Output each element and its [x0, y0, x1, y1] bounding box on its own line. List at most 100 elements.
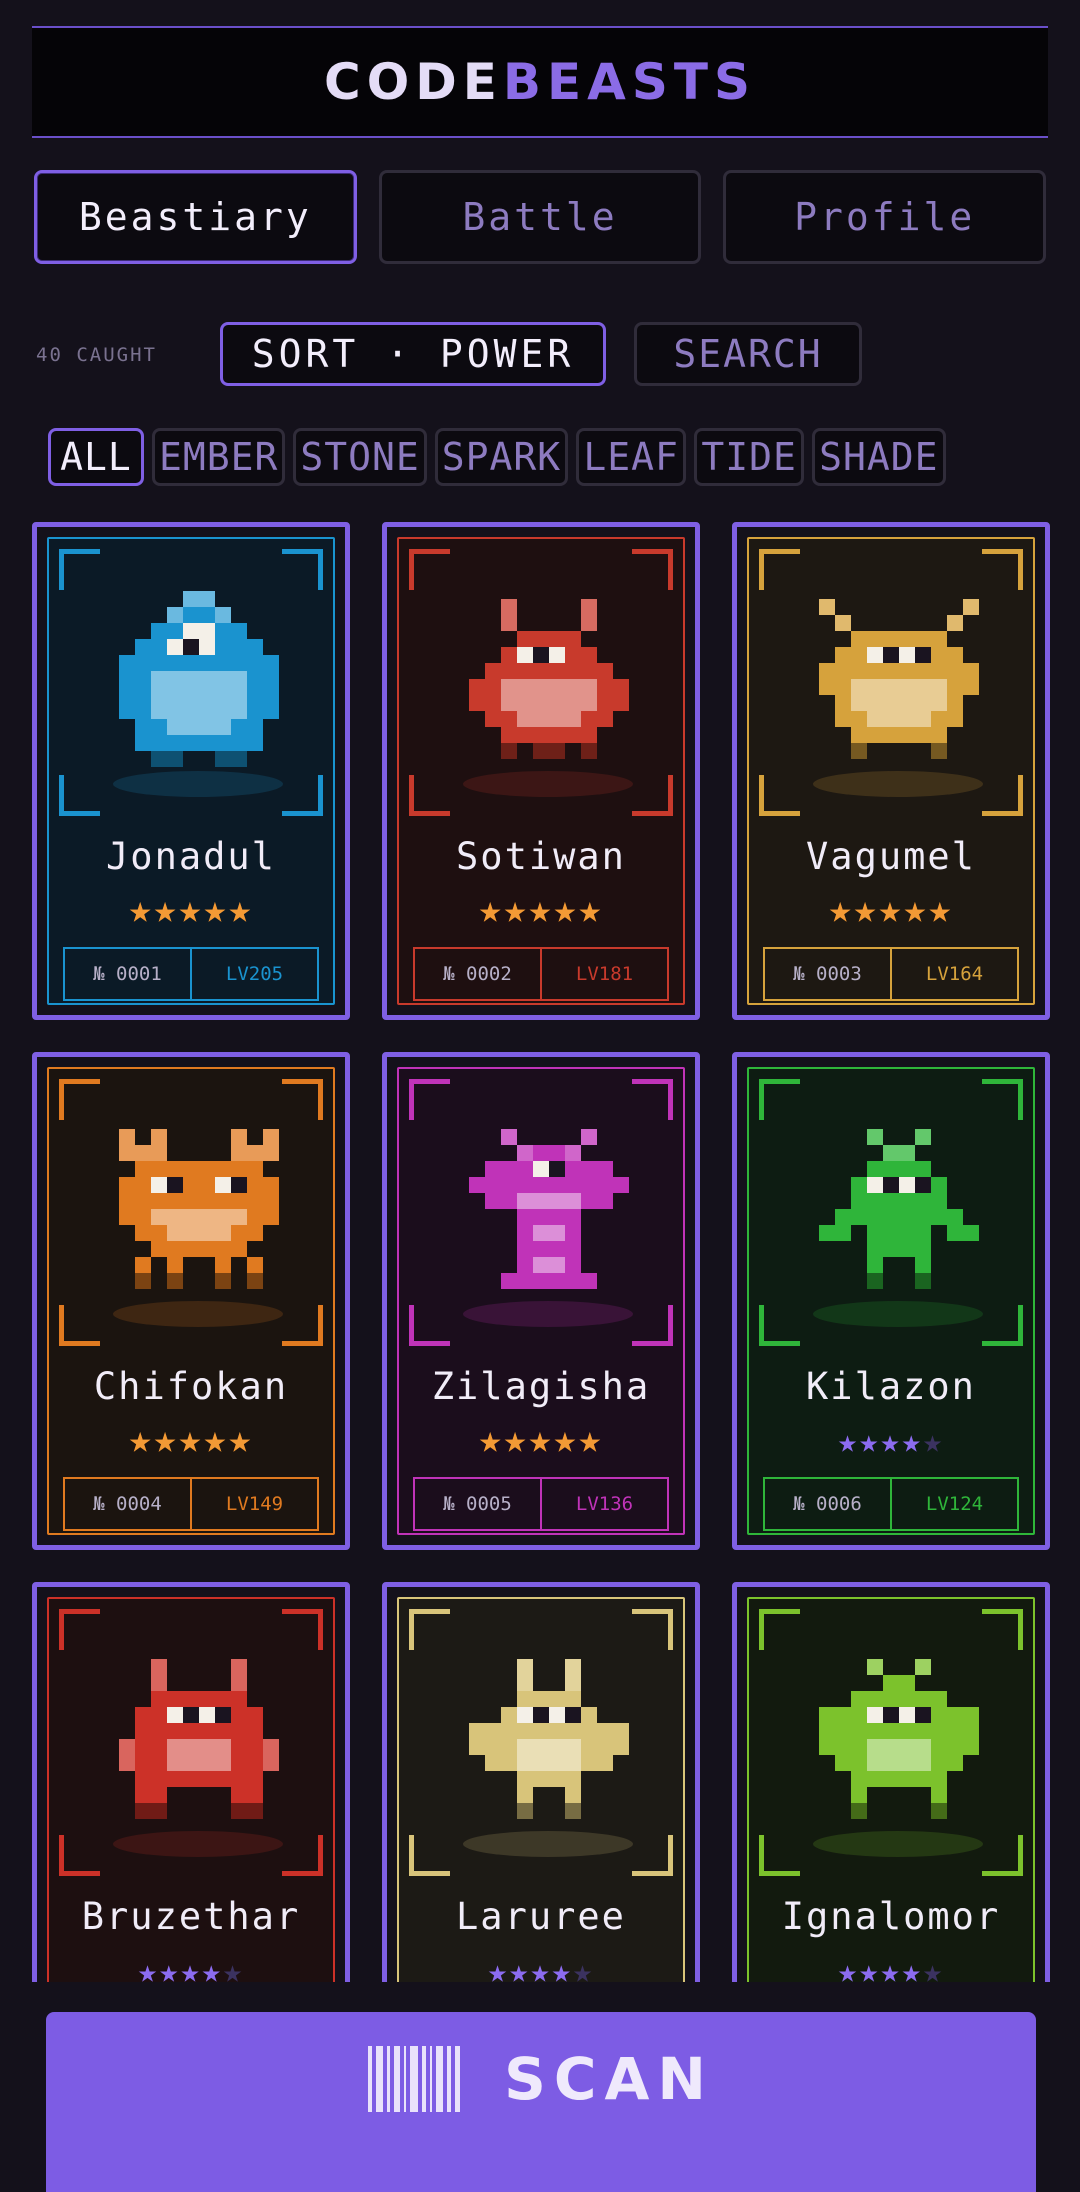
star-filled-icon: ★	[880, 1422, 902, 1460]
beast-card[interactable]: Zilagisha ★★★★★ № 0005 LV136	[382, 1052, 700, 1550]
star-filled-icon: ★	[203, 1417, 229, 1461]
beast-card[interactable]: Chifokan ★★★★★ № 0004 LV149	[32, 1052, 350, 1550]
star-filled-icon: ★	[837, 1422, 860, 1460]
filter-chip-tide[interactable]: TIDE	[694, 428, 805, 486]
beast-level: LV205	[225, 963, 284, 985]
star-empty-icon: ★	[222, 1952, 245, 1982]
beast-name: Bruzethar	[81, 1895, 301, 1938]
beast-card[interactable]: Sotiwan ★★★★★ № 0002 LV181	[382, 522, 700, 1020]
frame-corner	[59, 1609, 100, 1650]
frame-corner	[759, 1609, 800, 1650]
beast-card[interactable]: Jonadul ★★★★★ № 0001 LV205	[32, 522, 350, 1020]
beast-stats: № 0003 LV164	[763, 947, 1019, 1001]
frame-corner	[409, 1079, 450, 1120]
frame-corner	[59, 775, 100, 816]
star-filled-icon: ★	[478, 887, 504, 931]
star-empty-icon: ★	[922, 1422, 945, 1460]
frame-corner	[759, 1079, 800, 1120]
star-rating: ★★★★★	[399, 889, 683, 929]
beast-number: № 0002	[415, 949, 542, 999]
frame-corner	[982, 1305, 1023, 1346]
star-filled-icon: ★	[478, 1417, 504, 1461]
frame-corner	[759, 1835, 800, 1876]
search-button[interactable]: SEARCH	[634, 322, 862, 386]
filter-chip-shade[interactable]: SHADE	[812, 428, 946, 486]
beast-name: Jonadul	[106, 835, 276, 878]
tide-blob-beast-icon	[119, 579, 279, 779]
beast-card-frame: Ignalomor★★★★★№ 0009LV97	[747, 1597, 1035, 1982]
frame-corner	[759, 1305, 800, 1346]
frame-corner	[759, 549, 800, 590]
frame-corner	[632, 1609, 673, 1650]
filter-chip-all[interactable]: ALL	[48, 428, 144, 486]
sort-button[interactable]: SORT · POWER	[220, 322, 606, 386]
star-filled-icon: ★	[487, 1952, 510, 1982]
beast-stats: № 0006 LV124	[763, 1477, 1019, 1531]
star-filled-icon: ★	[178, 1417, 204, 1461]
frame-corner	[59, 1305, 100, 1346]
star-filled-icon: ★	[228, 887, 254, 931]
star-filled-icon: ★	[137, 1952, 160, 1982]
beast-number: № 0003	[765, 949, 892, 999]
beast-number: № 0001	[65, 949, 192, 999]
frame-corner	[982, 1079, 1023, 1120]
scan-button[interactable]: SCAN	[46, 2012, 1036, 2192]
beast-name: Kilazon	[806, 1365, 976, 1408]
tab-profile[interactable]: Profile	[723, 170, 1047, 264]
star-filled-icon: ★	[201, 1952, 223, 1982]
toolbar: 40 CAUGHT SORT · POWER SEARCH	[36, 322, 1046, 386]
beast-card[interactable]: Ignalomor★★★★★№ 0009LV97	[732, 1582, 1050, 1982]
beast-card-frame: Kilazon ★★★★★ № 0006 LV124	[747, 1067, 1035, 1535]
beast-card-frame: Sotiwan ★★★★★ № 0002 LV181	[397, 537, 685, 1005]
logo-part-code: CODE	[324, 53, 503, 111]
filter-chip-stone[interactable]: STONE	[293, 428, 427, 486]
tab-battle[interactable]: Battle	[378, 170, 702, 264]
star-filled-icon: ★	[859, 1422, 881, 1460]
beast-name: Zilagisha	[431, 1365, 651, 1408]
element-filter-bar: ALL EMBER STONE SPARK LEAF TIDE SHADE	[48, 428, 1048, 494]
frame-corner	[282, 549, 323, 590]
star-filled-icon: ★	[128, 1417, 154, 1461]
star-filled-icon: ★	[828, 887, 854, 931]
filter-chip-spark[interactable]: SPARK	[434, 428, 569, 486]
beast-level: LV124	[925, 1493, 984, 1515]
tab-beastiary[interactable]: Beastiary	[34, 170, 357, 264]
beast-card-grid: Jonadul ★★★★★ № 0001 LV205 Sotiwan ★★★★★ № 000…	[0, 522, 1080, 1982]
beast-card-frame: Chifokan ★★★★★ № 0004 LV149	[47, 1067, 335, 1535]
star-filled-icon: ★	[180, 1952, 202, 1982]
star-filled-icon: ★	[503, 1417, 529, 1461]
app-header: CODEBEASTS	[32, 26, 1048, 138]
scan-bar: SCAN	[0, 1982, 1080, 2192]
beast-card[interactable]: Kilazon ★★★★★ № 0006 LV124	[732, 1052, 1050, 1550]
beast-name: Laruree	[456, 1895, 626, 1938]
star-filled-icon: ★	[853, 887, 879, 931]
beast-card-frame: Jonadul ★★★★★ № 0001 LV205	[47, 537, 335, 1005]
star-filled-icon: ★	[128, 887, 154, 931]
frame-corner	[282, 1079, 323, 1120]
shade-worm-beast-icon	[469, 1109, 629, 1309]
frame-corner	[282, 1305, 323, 1346]
star-filled-icon: ★	[878, 887, 904, 931]
beast-number: № 0005	[415, 1479, 542, 1529]
star-filled-icon: ★	[551, 1952, 573, 1982]
beast-name: Sotiwan	[456, 835, 626, 878]
star-filled-icon: ★	[530, 1952, 552, 1982]
beast-card[interactable]: Laruree★★★★★№ 0008LV103	[382, 1582, 700, 1982]
star-filled-icon: ★	[553, 1417, 579, 1461]
frame-corner	[632, 549, 673, 590]
beast-name: Chifokan	[93, 1365, 289, 1408]
frame-corner	[632, 1079, 673, 1120]
beast-level: LV136	[575, 1493, 634, 1515]
frame-corner	[59, 549, 100, 590]
filter-chip-ember[interactable]: EMBER	[152, 428, 286, 486]
beast-name: Ignalomor	[781, 1895, 1001, 1938]
star-empty-icon: ★	[572, 1952, 595, 1982]
beast-card-frame: Vagumel ★★★★★ № 0003 LV164	[747, 537, 1035, 1005]
beast-card[interactable]: Bruzethar★★★★★№ 0007LV112	[32, 1582, 350, 1982]
frame-corner	[59, 1835, 100, 1876]
beast-stats: № 0002 LV181	[413, 947, 669, 1001]
beast-card[interactable]: Vagumel ★★★★★ № 0003 LV164	[732, 522, 1050, 1020]
beast-stats: № 0001 LV205	[63, 947, 319, 1001]
filter-chip-leaf[interactable]: LEAF	[576, 428, 687, 486]
star-filled-icon: ★	[528, 887, 554, 931]
